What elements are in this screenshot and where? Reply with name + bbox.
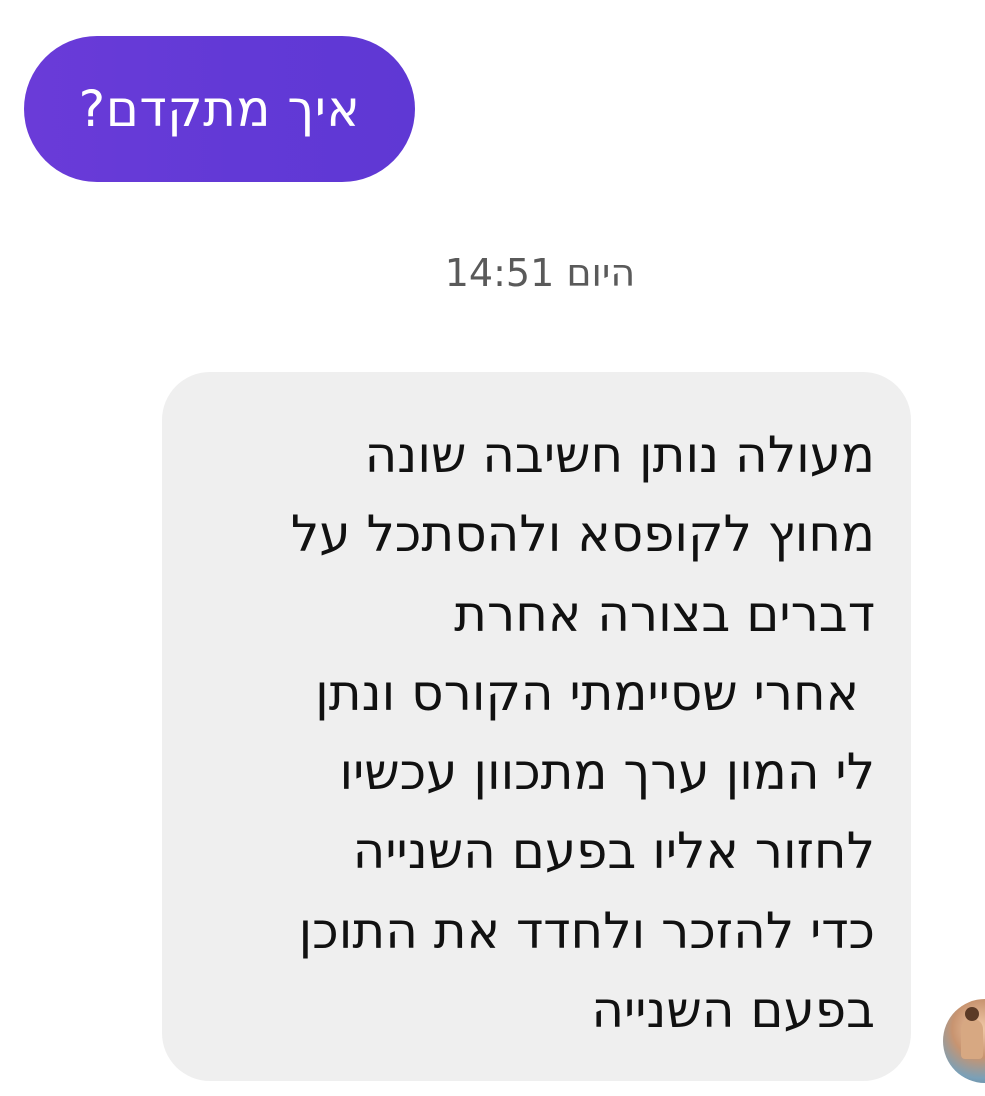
sent-message-text: איך מתקדם? bbox=[78, 80, 361, 138]
sent-message-bubble[interactable]: איך מתקדם? bbox=[24, 36, 415, 182]
received-message-line: מעולה נותן חשיבה שונה bbox=[364, 426, 875, 484]
message-timestamp: היום 14:51 bbox=[444, 251, 636, 295]
avatar-figure bbox=[961, 1019, 983, 1059]
received-message-bubble[interactable]: מעולה נותן חשיבה שונה מחוץ לקופסא ולהסתכ… bbox=[162, 372, 911, 1081]
received-message-line: דברים בצורה אחרת bbox=[454, 584, 875, 643]
received-message-line: לי המון ערך מתכוון עכשיו bbox=[339, 743, 875, 802]
received-message-line: כדי להזכר ולחדד את התוכן bbox=[298, 901, 875, 960]
received-message-line: אחרי שסיימתי הקורס ונתן bbox=[315, 663, 875, 722]
received-message-line: בפעם השנייה bbox=[591, 981, 875, 1040]
avatar-head bbox=[965, 1007, 979, 1021]
received-message-line: מחוץ לקופסא ולהסתכל על bbox=[290, 505, 875, 564]
received-message-line: לחזור אליו בפעם השנייה bbox=[352, 822, 875, 881]
sender-avatar[interactable] bbox=[943, 999, 985, 1083]
received-message-text: מעולה נותן חשיבה שונה מחוץ לקופסא ולהסתכ… bbox=[198, 416, 875, 1050]
